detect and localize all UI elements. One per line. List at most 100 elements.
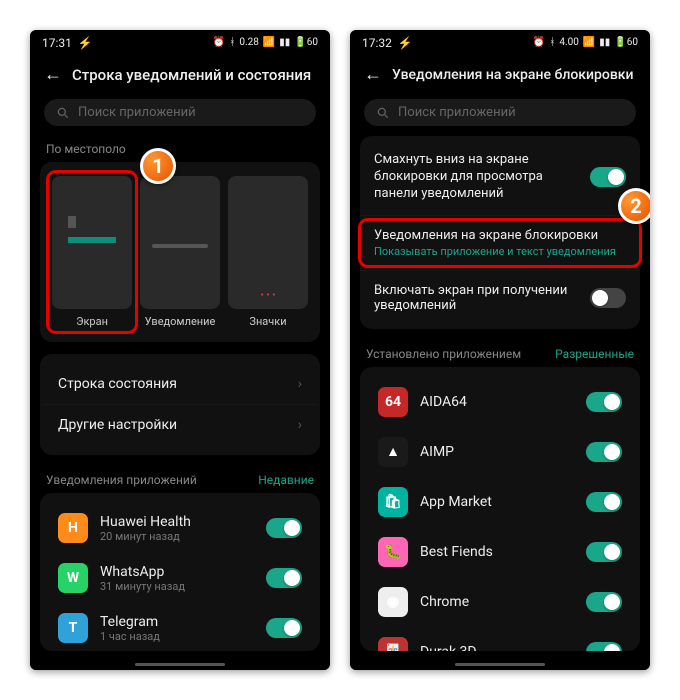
search-icon: [56, 106, 70, 120]
tile-screen-preview: [52, 176, 132, 309]
toggle[interactable]: [266, 618, 302, 638]
app-row[interactable]: ▲ AIMP: [364, 427, 636, 477]
app-row[interactable]: TTelegram1 час назад: [44, 603, 316, 651]
page-title: Строка уведомлений и состояния: [72, 66, 316, 84]
clock: 17:32: [362, 36, 392, 50]
wifi-icon: 📶: [263, 38, 275, 48]
toggle[interactable]: [586, 642, 622, 651]
app-row[interactable]: W WhatsApp31 минуту назад: [44, 553, 316, 603]
app-row[interactable]: 64AIDA64: [364, 377, 636, 427]
alarm-icon: ⏰: [533, 38, 545, 48]
toggle[interactable]: [586, 442, 622, 462]
app-icon: 🛍: [378, 487, 408, 517]
tile-notification[interactable]: Уведомление: [140, 176, 220, 328]
app-name: Huawei Health: [100, 514, 254, 530]
toggle[interactable]: [590, 288, 626, 308]
toggle[interactable]: [586, 392, 622, 412]
page-title: Уведомления на экране блокировки: [392, 67, 636, 83]
search-icon: [376, 106, 390, 120]
app-row[interactable]: H Huawei Health20 минут назад: [44, 503, 316, 553]
bolt-icon: ⚡: [78, 36, 93, 50]
search-placeholder: Поиск приложений: [78, 105, 196, 120]
row-other-settings[interactable]: Другие настройки ›: [44, 404, 316, 445]
back-button[interactable]: ←: [364, 64, 380, 85]
phone-left: 17:31 ⚡ ⏰ ᚼ 0.28 📶 ▮▮ 🔋60 ← Строка уведо…: [30, 30, 330, 670]
app-icon: H: [58, 513, 88, 543]
tile-label: Уведомление: [140, 315, 220, 328]
toggle[interactable]: [266, 568, 302, 588]
row-lockscreen-notif[interactable]: Уведомления на экране блокировки Показыв…: [360, 215, 640, 270]
app-name: WhatsApp: [100, 564, 254, 580]
toggle[interactable]: [586, 542, 622, 562]
home-indicator[interactable]: [455, 663, 545, 666]
row-status-bar[interactable]: Строка состояния ›: [44, 364, 316, 404]
clock: 17:31: [42, 36, 72, 50]
chevron-right-icon: ›: [298, 376, 302, 392]
app-name: Best Fiends: [420, 544, 574, 560]
app-name: Chrome: [420, 594, 574, 610]
search-placeholder: Поиск приложений: [398, 105, 516, 120]
back-button[interactable]: ←: [44, 64, 60, 85]
apps-header: Уведомления приложений Недавние: [30, 467, 330, 493]
alarm-icon: ⏰: [213, 38, 225, 48]
header: ← Уведомления на экране блокировки: [350, 56, 650, 95]
app-icon: W: [58, 563, 88, 593]
app-name: AIDA64: [420, 394, 574, 410]
search-input[interactable]: Поиск приложений: [364, 99, 636, 126]
battery-icon: 🔋60: [614, 38, 638, 48]
search-input[interactable]: Поиск приложений: [44, 99, 316, 126]
bt-icon: ᚼ: [549, 38, 555, 48]
toggle[interactable]: [586, 592, 622, 612]
tile-screen[interactable]: Экран: [52, 176, 132, 328]
header: ← Строка уведомлений и состояния: [30, 56, 330, 95]
status-bar: 17:32 ⚡ ⏰ ᚼ 4.00 📶 ▮▮ 🔋60: [350, 30, 650, 56]
tile-icons-preview: [228, 176, 308, 309]
speed: 4.00: [559, 38, 579, 48]
app-icon: T: [58, 613, 88, 643]
apps-list: 64AIDA64 ▲ AIMP 🛍 App Market 🐛 Best Fiends ◉ Chr…: [360, 367, 640, 651]
chevron-right-icon: ›: [298, 417, 302, 433]
battery-icon: 🔋60: [294, 38, 318, 48]
options-card: Смахнуть вниз на экране блокировки для п…: [360, 136, 640, 329]
tile-label: Значки: [228, 315, 308, 328]
phone-right: 17:32 ⚡ ⏰ ᚼ 4.00 📶 ▮▮ 🔋60 ← Уведомления …: [350, 30, 650, 670]
row-swipe-down[interactable]: Смахнуть вниз на экране блокировки для п…: [360, 140, 640, 215]
app-icon: ◉: [378, 587, 408, 617]
app-name: AIMP: [420, 444, 574, 460]
apps-list: H Huawei Health20 минут назад W WhatsApp31 …: [40, 493, 320, 651]
app-icon: ▲: [378, 437, 408, 467]
app-row[interactable]: ◉ Chrome: [364, 577, 636, 627]
status-right: ⏰ ᚼ 4.00 📶 ▮▮ 🔋60: [533, 38, 638, 48]
row-wake-screen[interactable]: Включать экран при получении уведомлений: [360, 270, 640, 325]
app-icon: 🐛: [378, 537, 408, 567]
apps-filter[interactable]: Разрешенные: [555, 347, 634, 361]
badge-1: 1: [140, 148, 176, 184]
app-icon: 🃏: [378, 637, 408, 651]
options-card: Строка состояния › Другие настройки ›: [40, 354, 320, 455]
tile-notif-preview: [140, 176, 220, 309]
signal-icon: ▮▮: [279, 38, 290, 48]
app-row[interactable]: 🃏 Durak 3D: [364, 627, 636, 651]
app-name: Durak 3D: [420, 644, 574, 651]
status-right: ⏰ ᚼ 0.28 📶 ▮▮ 🔋60: [213, 38, 318, 48]
toggle[interactable]: [590, 167, 626, 187]
section-location: По местополо: [30, 136, 330, 162]
app-name: Telegram: [100, 614, 254, 630]
app-sub: 31 минуту назад: [100, 580, 254, 593]
app-name: App Market: [420, 494, 574, 510]
signal-icon: ▮▮: [599, 38, 610, 48]
app-row[interactable]: 🐛 Best Fiends: [364, 527, 636, 577]
wifi-icon: 📶: [583, 38, 595, 48]
toggle[interactable]: [586, 492, 622, 512]
bolt-icon: ⚡: [398, 36, 413, 50]
tile-icons[interactable]: Значки: [228, 176, 308, 328]
app-sub: 20 минут назад: [100, 530, 254, 543]
apps-filter[interactable]: Недавние: [258, 473, 314, 487]
apps-header: Установлено приложением Разрешенные: [350, 341, 650, 367]
status-bar: 17:31 ⚡ ⏰ ᚼ 0.28 📶 ▮▮ 🔋60: [30, 30, 330, 56]
tiles-card: Экран Уведомление Значки 1: [40, 162, 320, 342]
toggle[interactable]: [266, 518, 302, 538]
home-indicator[interactable]: [135, 663, 225, 666]
badge-2: 2: [618, 188, 650, 224]
app-row[interactable]: 🛍 App Market: [364, 477, 636, 527]
